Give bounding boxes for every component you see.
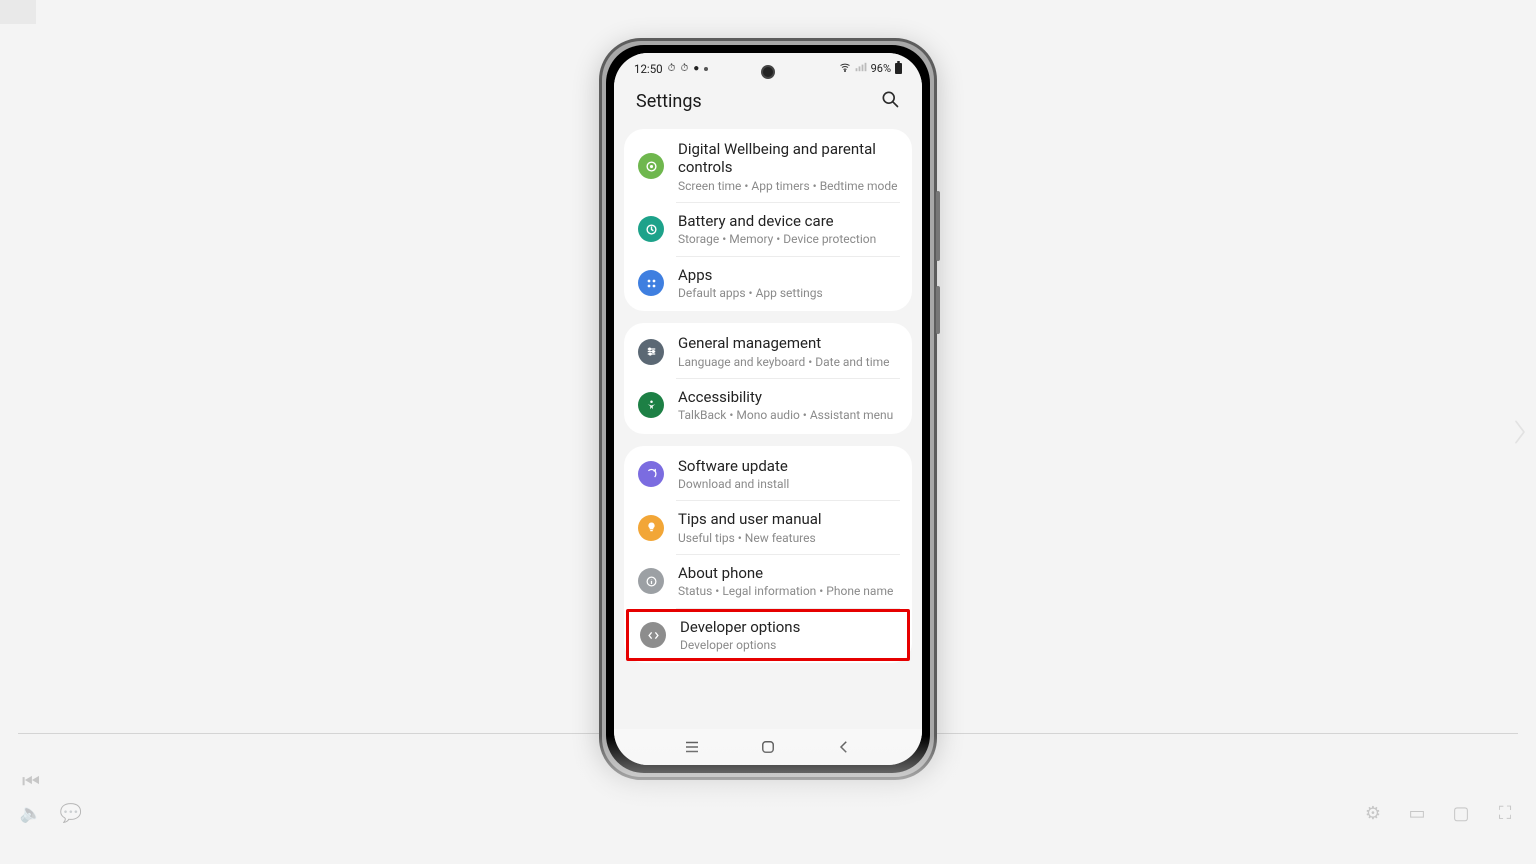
player-bottom-left-controls: 🔈 💬 [20,802,82,824]
nav-home-button[interactable] [756,735,780,759]
fullscreen-icon[interactable]: ⛶ [1494,802,1516,824]
alarm-icon-2: ⏱ [680,63,688,74]
captions-icon[interactable]: 💬 [60,802,82,824]
settings-item-subtitle: Screen time • App timers • Bedtime mode [678,179,898,193]
wifi-icon [839,62,851,75]
update-icon [638,461,664,487]
wellbeing-icon [638,153,664,179]
settings-item-wellbeing[interactable]: Digital Wellbeing and parental controls … [624,131,912,202]
settings-item-title: Tips and user manual [678,510,898,528]
accessibility-icon [638,392,664,418]
nav-back-button[interactable] [832,735,856,759]
settings-header: Settings [614,79,922,123]
nav-recent-button[interactable] [680,735,704,759]
app-notif-icon: ● [693,63,699,74]
volume-icon[interactable]: 🔈 [20,802,42,824]
settings-item-title: Software update [678,457,898,475]
settings-item-general[interactable]: General management Language and keyboard… [624,325,912,378]
settings-list[interactable]: Digital Wellbeing and parental controls … [614,123,922,737]
tips-icon [638,515,664,541]
settings-item-title: Digital Wellbeing and parental controls [678,140,898,177]
settings-item-tips[interactable]: Tips and user manual Useful tips • New f… [624,501,912,554]
about-icon [638,568,664,594]
settings-group: Software update Download and install Tip… [624,446,912,664]
settings-item-subtitle: Download and install [678,477,898,491]
player-bottom-right-controls: ⚙ ▭ ▢ ⛶ [1362,802,1516,824]
apps-icon [638,270,664,296]
battery-percent: 96% [871,62,891,75]
developer-icon [640,622,666,648]
phone-bezel: 12:50 ⏱ ⏱ ● 96% // noop placeholder; rea… [606,45,930,773]
settings-item-battery[interactable]: Battery and device care Storage • Memory… [624,203,912,256]
settings-item-about[interactable]: About phone Status • Legal information •… [624,555,912,608]
theater-icon[interactable]: ▢ [1450,802,1472,824]
alarm-icon: ⏱ [668,63,676,74]
next-arrow[interactable] [1508,412,1532,452]
settings-item-apps[interactable]: Apps Default apps • App settings [624,257,912,310]
more-notifs-dot [704,67,708,71]
settings-item-title: About phone [678,564,898,582]
top-left-square [0,0,36,24]
settings-item-update[interactable]: Software update Download and install [624,448,912,501]
settings-item-subtitle: TalkBack • Mono audio • Assistant menu [678,408,898,422]
android-navbar [614,729,922,765]
phone-frame: 12:50 ⏱ ⏱ ● 96% // noop placeholder; rea… [599,38,937,780]
battery-icon [895,63,902,74]
settings-item-accessibility[interactable]: Accessibility TalkBack • Mono audio • As… [624,379,912,432]
settings-item-subtitle: Developer options [680,638,896,652]
pip-icon[interactable]: ▭ [1406,802,1428,824]
general-icon [638,339,664,365]
settings-item-title: Apps [678,266,898,284]
front-camera [761,65,775,79]
signal-icon [855,62,867,75]
settings-item-title: Developer options [680,618,896,636]
settings-item-subtitle: Useful tips • New features [678,531,898,545]
battery-care-icon [638,216,664,242]
settings-group: General management Language and keyboard… [624,323,912,433]
volume-button [936,191,940,261]
power-button [936,286,940,334]
settings-item-title: Battery and device care [678,212,898,230]
settings-group: Digital Wellbeing and parental controls … [624,129,912,311]
settings-item-subtitle: Storage • Memory • Device protection [678,232,898,246]
page-title: Settings [636,91,702,112]
settings-item-subtitle: Status • Legal information • Phone name [678,584,898,598]
phone-screen: 12:50 ⏱ ⏱ ● 96% // noop placeholder; rea… [614,53,922,765]
settings-item-title: Accessibility [678,388,898,406]
settings-item-subtitle: Language and keyboard • Date and time [678,355,898,369]
quality-icon[interactable]: ⚙ [1362,802,1384,824]
prev-track-icon[interactable]: ⏮ [20,770,42,792]
settings-item-developer[interactable]: Developer options Developer options [626,609,910,662]
settings-item-subtitle: Default apps • App settings [678,286,898,300]
settings-item-title: General management [678,334,898,352]
search-icon[interactable] [880,89,900,113]
status-time: 12:50 [634,62,663,76]
player-top-row-controls: ⏮ [20,770,42,792]
